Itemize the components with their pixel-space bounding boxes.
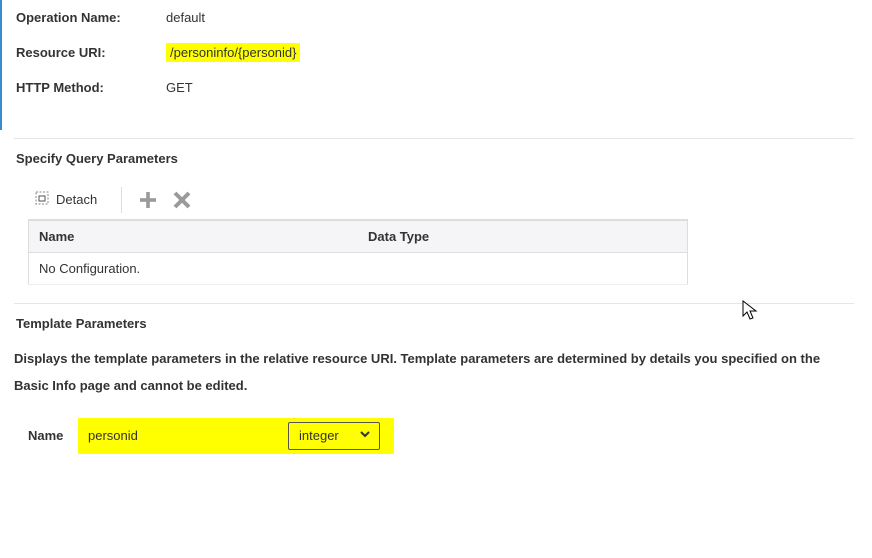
resource-uri-value: /personinfo/{personid} bbox=[166, 43, 300, 62]
table-row: No Configuration. bbox=[29, 253, 688, 285]
toolbar-separator bbox=[121, 187, 122, 213]
column-datatype: Data Type bbox=[358, 221, 688, 253]
x-icon bbox=[172, 190, 192, 210]
template-params-title: Template Parameters bbox=[16, 316, 854, 331]
template-param-name: personid bbox=[78, 428, 288, 443]
empty-state: No Configuration. bbox=[29, 253, 688, 285]
template-param-type-value: integer bbox=[299, 428, 339, 443]
operation-name-value: default bbox=[166, 10, 205, 25]
add-button[interactable] bbox=[136, 188, 160, 212]
template-params-description: Displays the template parameters in the … bbox=[14, 345, 854, 400]
divider bbox=[14, 138, 854, 139]
template-name-label: Name bbox=[14, 428, 78, 443]
http-method-label: HTTP Method: bbox=[16, 80, 166, 95]
query-params-title: Specify Query Parameters bbox=[16, 151, 854, 166]
resource-uri-label: Resource URI: bbox=[16, 45, 166, 60]
query-params-table: Name Data Type No Configuration. bbox=[28, 220, 688, 285]
column-name: Name bbox=[29, 221, 359, 253]
template-param-type-select[interactable]: integer bbox=[288, 422, 380, 450]
table-header-row: Name Data Type bbox=[29, 221, 688, 253]
detach-button[interactable]: Detach bbox=[34, 190, 107, 209]
remove-button[interactable] bbox=[170, 188, 194, 212]
divider bbox=[14, 303, 854, 304]
query-toolbar: Detach bbox=[28, 180, 688, 220]
http-method-value: GET bbox=[166, 80, 193, 95]
detach-label: Detach bbox=[56, 192, 97, 207]
operation-name-label: Operation Name: bbox=[16, 10, 166, 25]
detach-icon bbox=[34, 190, 50, 209]
plus-icon bbox=[138, 190, 158, 210]
chevron-down-icon bbox=[359, 428, 371, 443]
